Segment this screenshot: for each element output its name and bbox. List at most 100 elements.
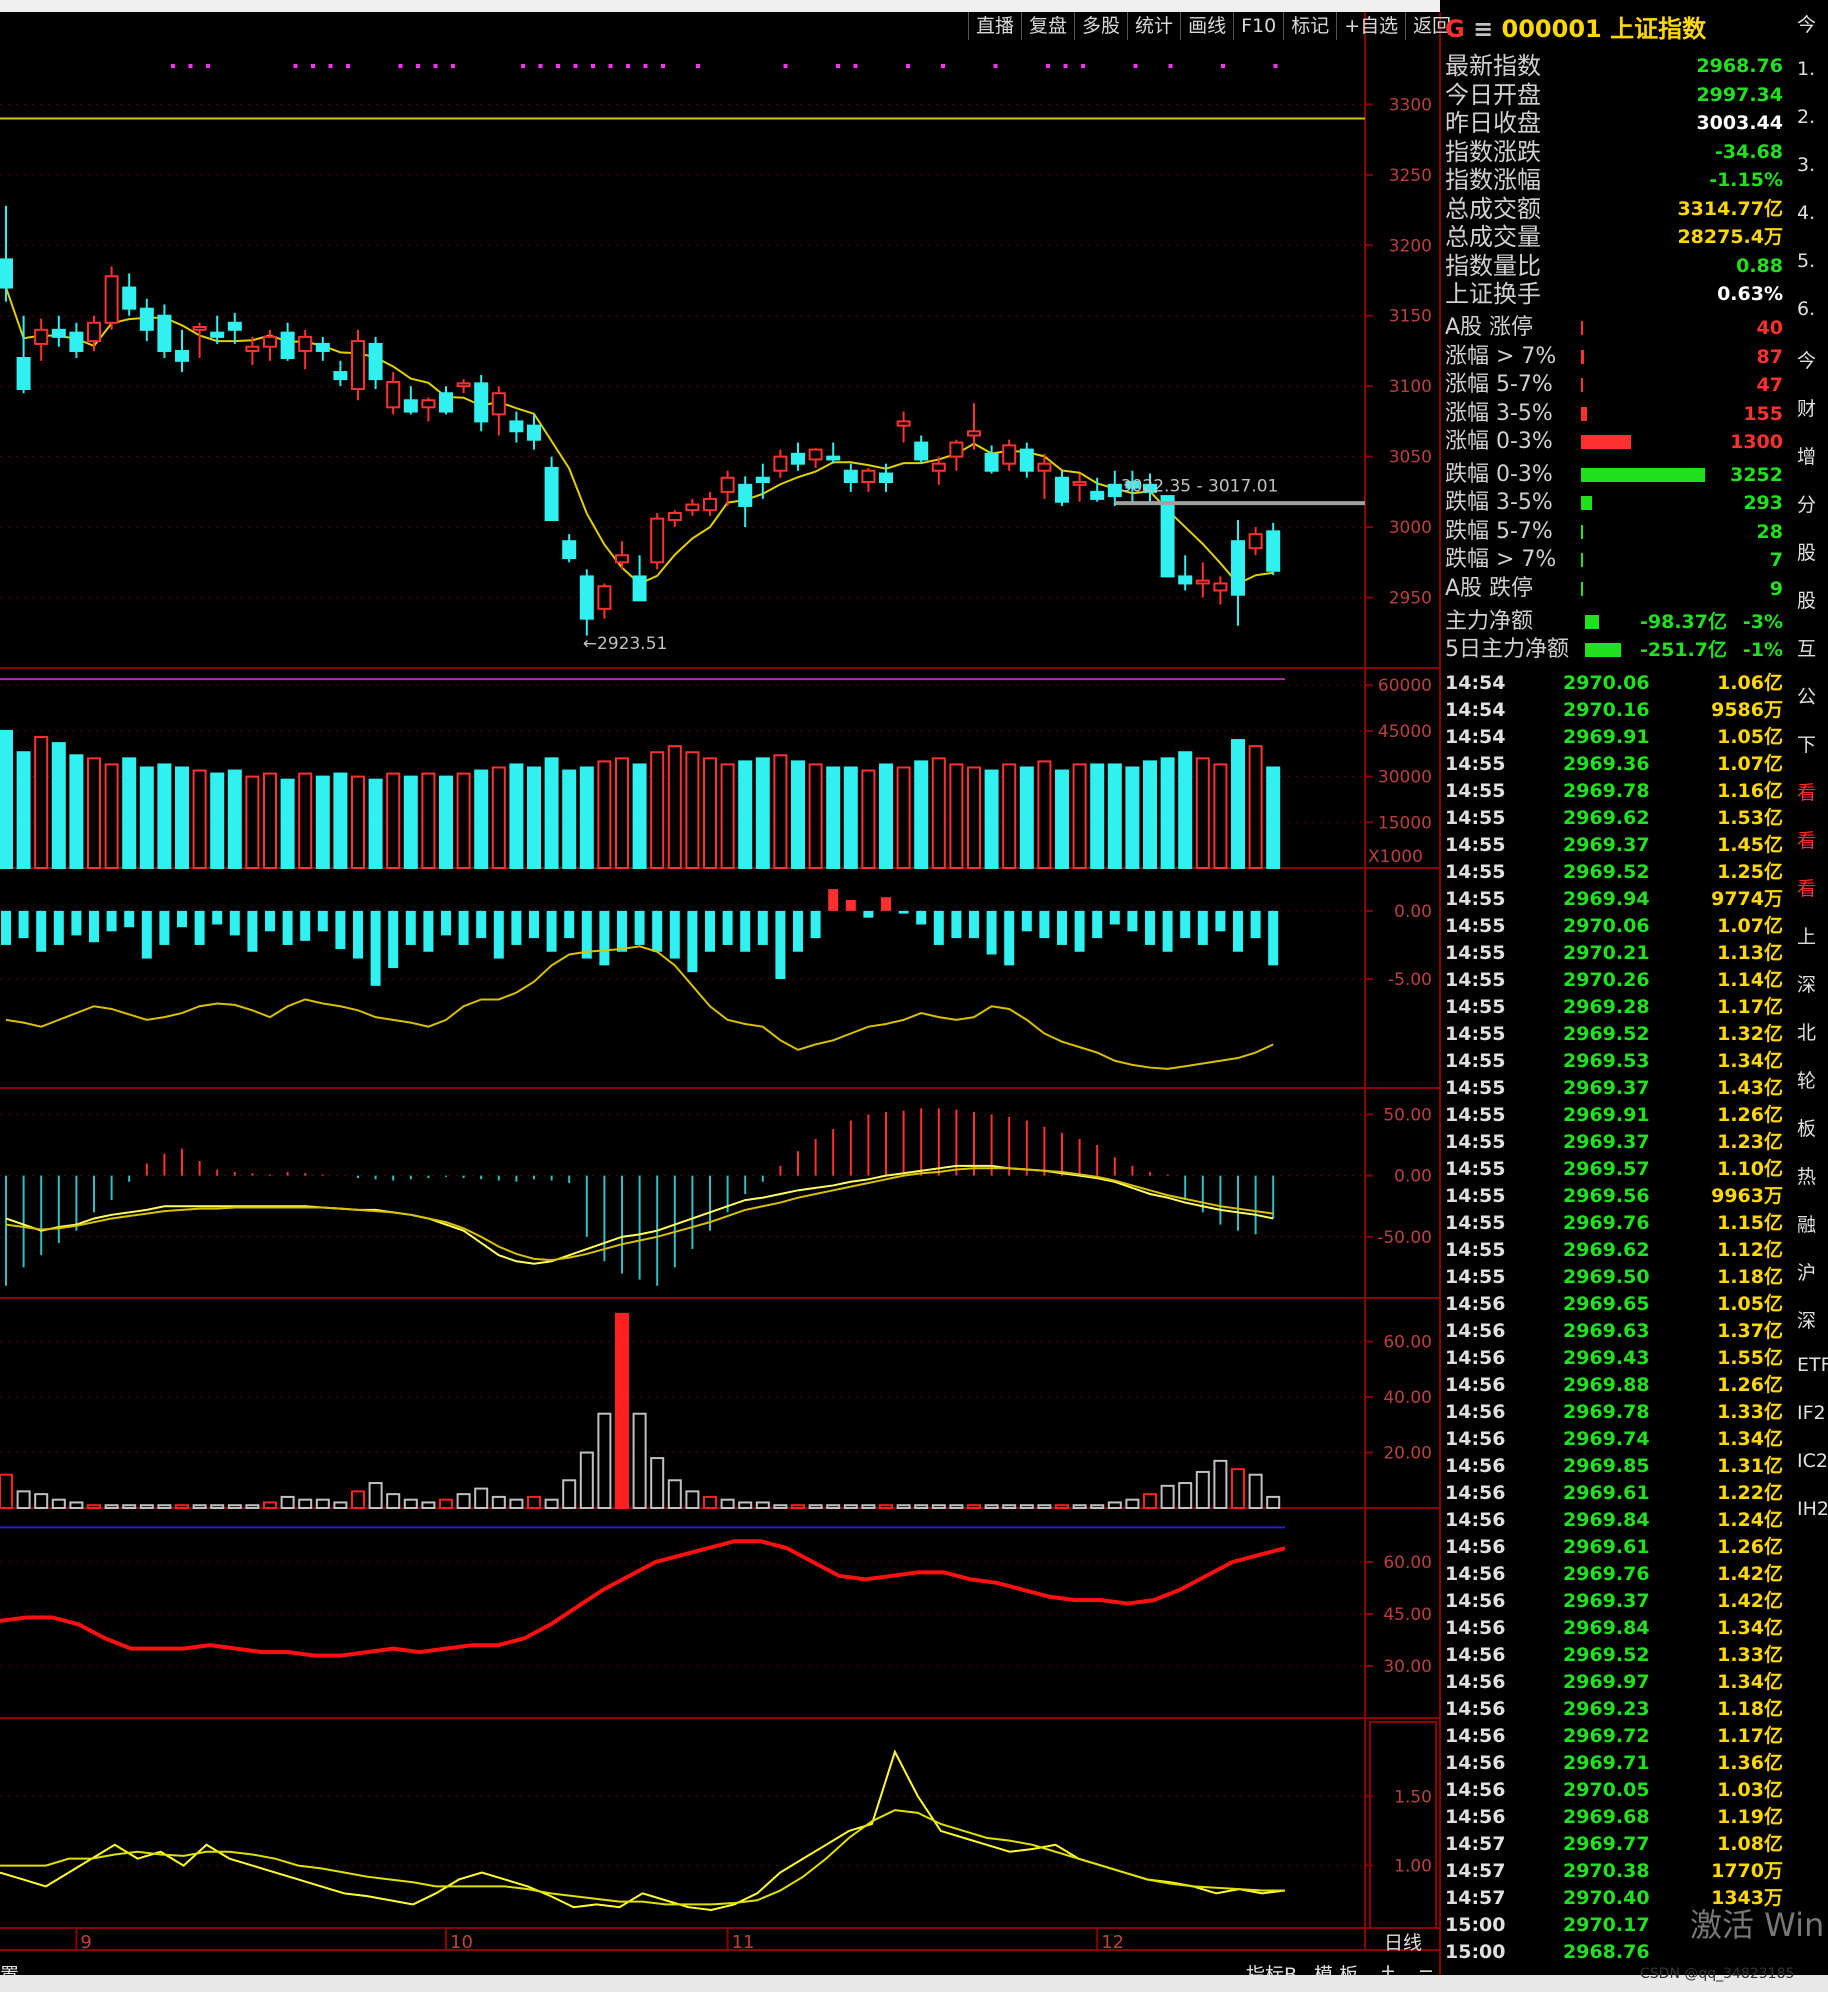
toolbar-button[interactable]: 直播 xyxy=(968,12,1021,40)
indicator-bar xyxy=(843,1504,858,1510)
price-annotation: 3022.35 - 3017.01 xyxy=(1121,477,1279,497)
candle-body xyxy=(791,452,805,465)
indicator-bar xyxy=(1160,1484,1175,1510)
edge-item: IC2 xyxy=(1797,1450,1828,1472)
tick-price: 2969.68 xyxy=(1563,1806,1650,1828)
candle-body xyxy=(69,331,84,352)
tick-row: 14:55 2969.53 1.34亿 xyxy=(1445,1048,1787,1075)
candle-body xyxy=(491,392,506,416)
tick-time: 14:55 xyxy=(1445,834,1506,856)
breadth-bar xyxy=(1581,321,1583,335)
candle-body xyxy=(0,258,13,289)
flow-label: 主力净额 xyxy=(1445,609,1534,634)
indicator-bar xyxy=(212,910,223,925)
indicator-bar xyxy=(949,1504,964,1510)
signal-dot xyxy=(906,64,910,68)
indicator-line xyxy=(0,1539,1286,1658)
volume-bar xyxy=(703,757,717,869)
tick-price: 2969.78 xyxy=(1563,780,1650,802)
edge-item: 沪 xyxy=(1797,1262,1817,1284)
tick-time: 14:55 xyxy=(1445,996,1506,1018)
tick-time: 14:56 xyxy=(1445,1752,1506,1774)
toolbar-button[interactable]: 标记 xyxy=(1283,12,1336,40)
edge-item: 板 xyxy=(1797,1118,1817,1140)
tick-amount: 1.22亿 xyxy=(1717,1482,1783,1504)
y-tick-label: 30000 xyxy=(1378,768,1432,788)
toolbar-button[interactable]: +自选 xyxy=(1336,12,1405,40)
indicator-bar xyxy=(456,1493,471,1509)
indicator-bar xyxy=(317,910,328,932)
tick-price: 2969.65 xyxy=(1563,1293,1650,1315)
period-label[interactable]: 日线 xyxy=(1384,1928,1422,1955)
indicator-bar xyxy=(315,1498,330,1510)
toolbar-button[interactable]: 复盘 xyxy=(1021,12,1074,40)
volume-bar xyxy=(755,757,770,869)
signal-dot xyxy=(1046,64,1050,68)
volume-bar xyxy=(861,769,876,869)
y-tick-label: 1.50 xyxy=(1394,1787,1432,1807)
toolbar-button[interactable]: 多股 xyxy=(1074,12,1127,40)
toolbar-button[interactable]: F10 xyxy=(1233,12,1283,40)
volume-bar xyxy=(351,775,365,869)
indicator-bar xyxy=(1002,1504,1017,1510)
tick-row: 14:56 2969.74 1.34亿 xyxy=(1445,1426,1787,1453)
signal-dot xyxy=(853,64,858,68)
edge-item: 看 xyxy=(1797,878,1817,900)
tick-time: 14:56 xyxy=(1445,1401,1506,1423)
candle-body xyxy=(879,472,893,483)
tick-price: 2970.06 xyxy=(1563,915,1650,937)
indicator-bar xyxy=(1127,910,1138,932)
tick-price: 2968.76 xyxy=(1563,1941,1650,1963)
y-tick-label: 0.00 xyxy=(1394,902,1432,922)
tick-row: 14:55 2969.37 1.45亿 xyxy=(1445,832,1787,859)
tick-price: 2969.52 xyxy=(1563,1644,1650,1666)
tick-time: 14:55 xyxy=(1445,807,1506,829)
tick-price: 2969.53 xyxy=(1563,1050,1650,1072)
tick-row: 14:55 2969.94 9774万 xyxy=(1445,886,1787,913)
tick-row: 14:56 2969.61 1.22亿 xyxy=(1445,1480,1787,1507)
tick-price: 2969.37 xyxy=(1563,1077,1650,1099)
signal-dot xyxy=(591,64,595,68)
tick-time: 14:55 xyxy=(1445,969,1506,991)
volume-bar xyxy=(1037,760,1052,870)
indicator-bar xyxy=(1074,910,1085,952)
volume-bar xyxy=(333,772,348,869)
indicator-bar xyxy=(141,910,152,959)
indicator-bar xyxy=(773,1504,788,1510)
indicator-bar xyxy=(1090,1504,1105,1510)
tick-amount: 1.07亿 xyxy=(1717,753,1783,775)
tick-amount: 1.14亿 xyxy=(1717,969,1783,991)
candle-body xyxy=(562,540,577,560)
breadth-label: 跌幅 5-7% xyxy=(1445,518,1553,544)
breadth-label: 跌幅 3-5% xyxy=(1445,490,1553,515)
menu-icon[interactable]: ≡ xyxy=(1473,15,1493,43)
indicator-bar xyxy=(898,910,909,914)
os-watermark: 激活 Win xyxy=(1690,1906,1825,1944)
y-tick-label: 45000 xyxy=(1378,722,1432,742)
indicator-bar xyxy=(1125,1498,1140,1510)
indicator-bar xyxy=(177,910,187,928)
tick-time: 14:54 xyxy=(1445,672,1506,694)
indicator-bar xyxy=(615,1312,629,1510)
tick-time: 14:55 xyxy=(1445,942,1506,964)
edge-item: IF2 xyxy=(1797,1402,1826,1424)
signal-dot xyxy=(346,64,350,68)
tick-row: 14:56 2969.65 1.05亿 xyxy=(1445,1291,1787,1318)
tick-time: 14:56 xyxy=(1445,1644,1506,1666)
y-tick-label: 3000 xyxy=(1389,518,1432,538)
toolbar-button[interactable]: 画线 xyxy=(1180,12,1233,40)
indicator-bar xyxy=(159,910,170,945)
tick-price: 2969.72 xyxy=(1563,1725,1650,1747)
tick-amount: 1.34亿 xyxy=(1717,1050,1783,1072)
edge-item: 3. xyxy=(1797,154,1816,176)
toolbar-button[interactable]: 统计 xyxy=(1127,12,1180,40)
edge-item: 互 xyxy=(1797,638,1817,660)
edge-item: 4. xyxy=(1797,202,1816,224)
edge-item: 上 xyxy=(1797,926,1817,948)
flow-row: 5日主力净额 -251.7亿 -1% xyxy=(1445,636,1787,664)
indicator-bar xyxy=(157,1504,172,1510)
tick-price: 2970.05 xyxy=(1563,1779,1650,1801)
indicator-bar xyxy=(933,910,944,945)
candle-body xyxy=(579,575,594,620)
indicator-bar xyxy=(192,1504,207,1510)
